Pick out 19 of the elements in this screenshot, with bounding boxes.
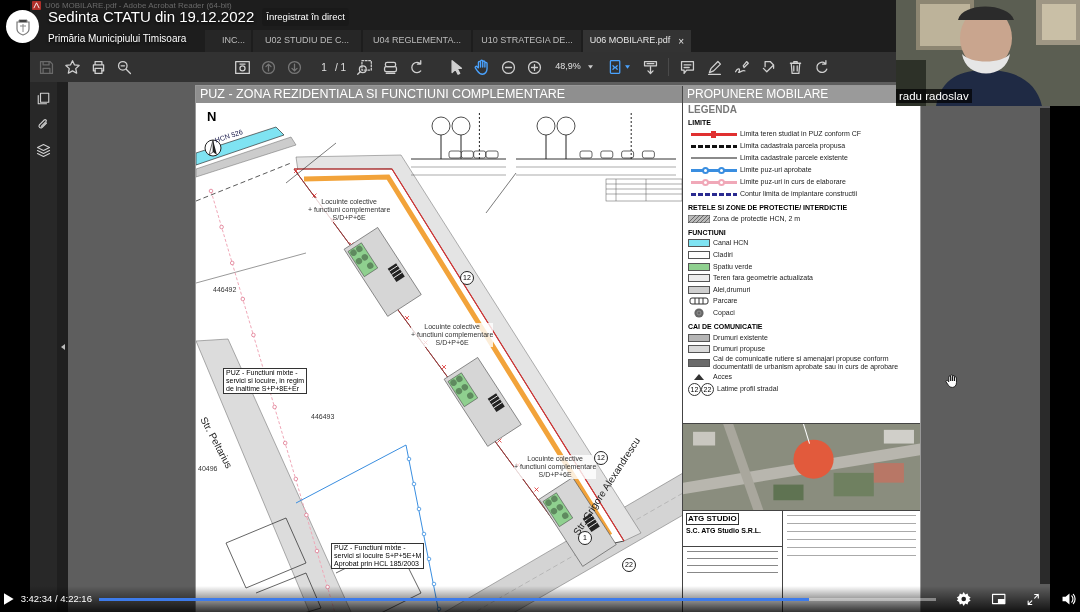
- playback-time: 3:42:34 / 4:22:16: [20, 591, 92, 606]
- document-tab[interactable]: U04 REGLEMENTA...: [363, 30, 471, 52]
- document-tab[interactable]: U06 MOBILARE.pdf ×: [583, 30, 691, 52]
- channel-name: Primăria Municipiului Timisoara: [48, 33, 187, 45]
- document-tab[interactable]: INC...: [205, 30, 251, 52]
- document-tab[interactable]: U02 STUDIU DE C...: [253, 30, 361, 52]
- zoom-level-dropdown[interactable]: 48,9%: [551, 58, 598, 76]
- page-number-field[interactable]: 1: [315, 59, 333, 75]
- document-tab[interactable]: U10 STRATEGIA DE...: [473, 30, 581, 52]
- legend-title: LEGENDA: [688, 104, 738, 115]
- firm-logo: ATG STUDIO: [686, 513, 739, 525]
- close-tab-button[interactable]: ×: [678, 33, 685, 49]
- north-label: N: [207, 110, 217, 124]
- page-total: / 1: [335, 60, 347, 75]
- window-title: U06 MOBILARE.pdf - Adobe Acrobat Reader (64-bit): [45, 1, 232, 10]
- meeting-title: Sedinta CTATU din 19.12.2022: [48, 8, 255, 27]
- participant-name: radu radoslav: [896, 89, 972, 103]
- plan-title: PUZ - ZONA REZIDENTIALA SI FUNCTIUNI COMPLEMENTARE: [196, 86, 682, 103]
- recording-badge: Înregistrat în direct: [262, 8, 349, 27]
